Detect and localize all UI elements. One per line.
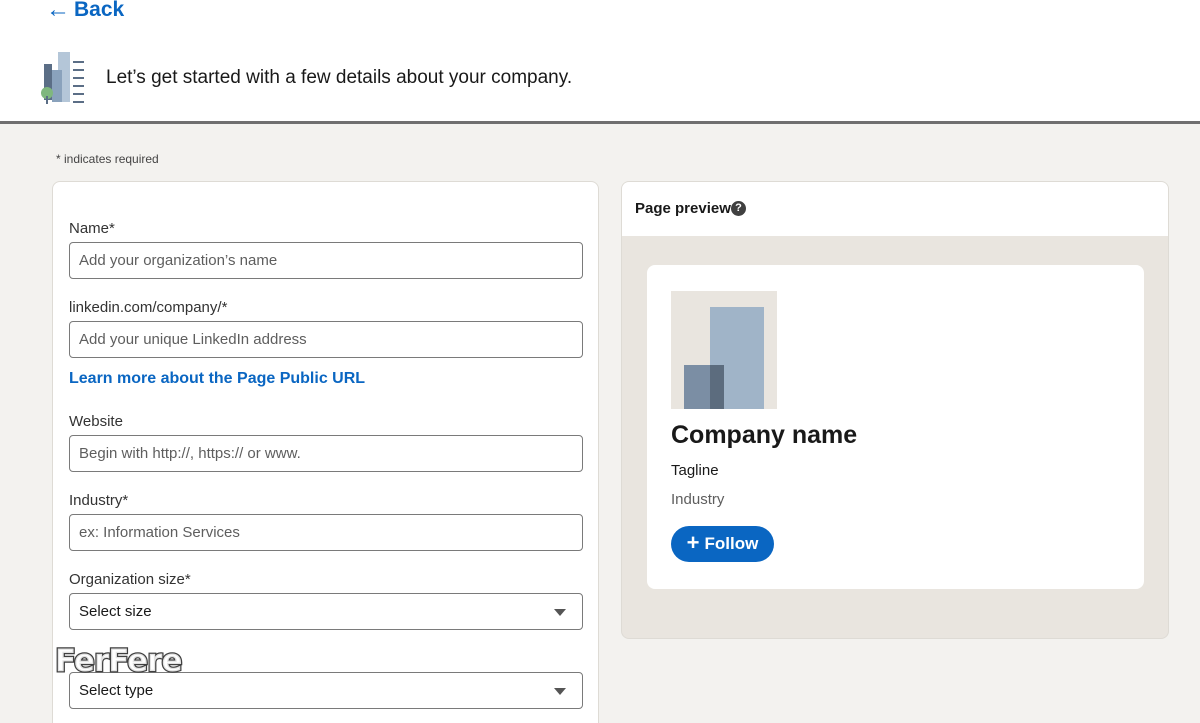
- url-label: linkedin.com/company/*: [69, 299, 228, 316]
- top-bar: ← Back Let’s get started with a few deta…: [0, 0, 1200, 124]
- preview-title: Page preview: [635, 200, 731, 217]
- website-input[interactable]: [69, 435, 583, 472]
- back-link[interactable]: ← Back: [46, 0, 124, 22]
- follow-label: Follow: [704, 534, 759, 553]
- name-label: Name*: [69, 220, 115, 237]
- back-arrow-icon: ←: [46, 0, 70, 23]
- industry-text: Industry: [671, 491, 725, 508]
- page-preview-panel: Page preview ? Company name Tagline Indu…: [621, 181, 1169, 639]
- preview-header: Page preview ?: [622, 182, 1168, 236]
- preview-company-card: Company name Tagline Industry + Follow: [647, 265, 1144, 589]
- url-input[interactable]: [69, 321, 583, 358]
- company-logo-placeholder: [671, 291, 777, 409]
- learn-more-link[interactable]: Learn more about the Page Public URL: [69, 370, 365, 388]
- industry-label: Industry*: [69, 492, 129, 509]
- chevron-down-icon: [554, 688, 566, 695]
- org-type-value: Select type: [79, 682, 154, 699]
- org-size-value: Select size: [79, 603, 152, 620]
- chevron-down-icon: [554, 609, 566, 616]
- company-name: Company name: [671, 421, 858, 449]
- industry-input[interactable]: [69, 514, 583, 551]
- follow-button[interactable]: + Follow: [671, 526, 774, 562]
- company-form: Name* linkedin.com/company/* Learn more …: [52, 181, 599, 723]
- building-icon: [41, 52, 84, 104]
- name-input[interactable]: [69, 242, 583, 279]
- watermark-logo: FerFere: [54, 642, 184, 681]
- required-note: * indicates required: [56, 152, 159, 166]
- org-size-select[interactable]: Select size: [69, 593, 583, 630]
- intro-text: Let’s get started with a few details abo…: [106, 67, 573, 88]
- tagline: Tagline: [671, 462, 719, 479]
- plus-icon: +: [686, 530, 700, 555]
- website-label: Website: [69, 413, 123, 430]
- org-size-label: Organization size*: [69, 571, 191, 588]
- back-label: Back: [74, 0, 125, 21]
- help-icon[interactable]: ?: [731, 201, 746, 216]
